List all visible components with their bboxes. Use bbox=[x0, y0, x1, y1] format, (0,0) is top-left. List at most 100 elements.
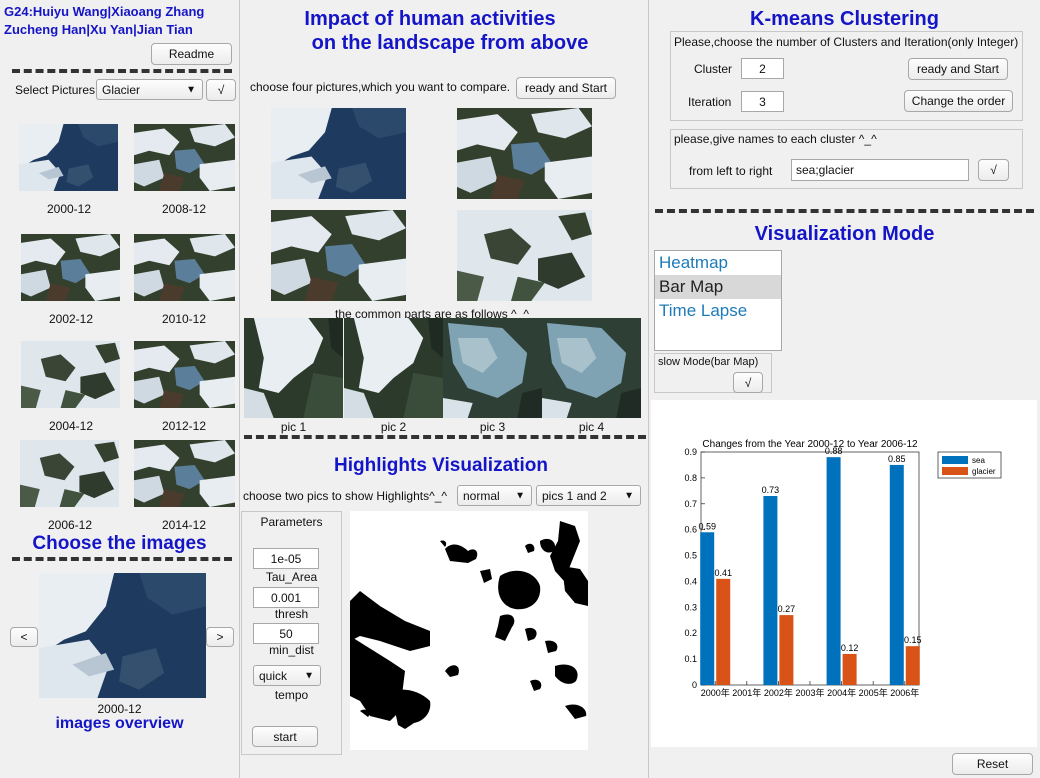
common-image-4 bbox=[542, 318, 641, 418]
y-tick-label: 0 bbox=[692, 680, 697, 690]
common-image-1 bbox=[244, 318, 343, 418]
select-value: pics 1 and 2 bbox=[542, 488, 607, 503]
names-instruction: please,give names to each cluster ^_^ bbox=[674, 132, 877, 146]
tau-area-input[interactable]: 1e-05 bbox=[253, 548, 319, 569]
middle-panel: Impact of human activities on the landsc… bbox=[240, 0, 648, 778]
thumbnail-label: 2006-12 bbox=[47, 518, 93, 532]
compare-image-3 bbox=[271, 210, 406, 301]
slow-mode-confirm-button[interactable]: √ bbox=[733, 372, 763, 393]
min-dist-label: min_dist bbox=[269, 643, 314, 657]
data-label: 0.15 bbox=[904, 635, 922, 645]
main-title-line1: Impact of human activities bbox=[304, 8, 556, 30]
picture-set-select[interactable]: Glacier ▼ bbox=[96, 79, 203, 100]
kmeans-ready-start-button[interactable]: ready and Start bbox=[908, 58, 1008, 80]
pic-label-1: pic 1 bbox=[280, 420, 307, 434]
bar-sea bbox=[700, 532, 715, 685]
bar-glacier bbox=[779, 615, 794, 685]
thumbnail-image[interactable] bbox=[21, 234, 120, 301]
thumbnail-image[interactable] bbox=[134, 234, 235, 301]
pic-label-3: pic 3 bbox=[479, 420, 506, 434]
from-left-label: from left to right bbox=[689, 164, 773, 178]
names-confirm-button[interactable]: √ bbox=[978, 159, 1009, 181]
preview-caption: 2000-12 bbox=[97, 702, 142, 716]
pics-pair-select[interactable]: pics 1 and 2 ▼ bbox=[536, 485, 641, 506]
thresh-input[interactable]: 0.001 bbox=[253, 587, 319, 608]
compare-image-2 bbox=[457, 108, 592, 199]
slow-mode-label: slow Mode(bar Map) bbox=[658, 356, 759, 368]
bar-glacier bbox=[905, 646, 920, 685]
divider bbox=[12, 557, 232, 561]
select-value: normal bbox=[463, 488, 500, 503]
x-tick-label: 2005年 bbox=[859, 687, 888, 698]
bar-sea bbox=[889, 464, 904, 685]
plot-box bbox=[700, 451, 920, 686]
y-tick-label: 0.9 bbox=[684, 447, 697, 457]
viz-mode-time-lapse[interactable]: Time Lapse bbox=[655, 299, 781, 323]
prev-image-button[interactable]: < bbox=[10, 627, 38, 647]
chevron-down-icon: ▼ bbox=[624, 490, 634, 501]
bar-glacier bbox=[842, 653, 857, 685]
main-title-line2: on the landscape from above bbox=[311, 32, 589, 54]
thumbnail-label: 2010-12 bbox=[161, 312, 207, 326]
chart-title: Changes from the Year 2000-12 to Year 20… bbox=[702, 439, 918, 450]
viz-mode-bar-map[interactable]: Bar Map bbox=[655, 275, 781, 299]
select-value: quick bbox=[259, 668, 288, 683]
data-label: 0.12 bbox=[841, 643, 859, 653]
y-tick-label: 0.4 bbox=[684, 576, 697, 586]
data-label: 0.73 bbox=[762, 485, 780, 495]
thresh-label: thresh bbox=[274, 607, 309, 621]
data-label: 0.27 bbox=[778, 604, 796, 614]
readme-button[interactable]: Readme bbox=[151, 43, 232, 65]
iteration-input[interactable]: 3 bbox=[741, 91, 784, 112]
legend-label: glacier bbox=[972, 467, 996, 476]
y-tick-label: 0.3 bbox=[684, 602, 697, 612]
data-label: 0.85 bbox=[888, 454, 906, 464]
next-image-button[interactable]: > bbox=[206, 627, 234, 647]
viz-mode-heatmap[interactable]: Heatmap bbox=[655, 251, 781, 275]
reset-button[interactable]: Reset bbox=[952, 753, 1033, 775]
thumbnail-image[interactable] bbox=[21, 341, 120, 408]
start-button[interactable]: start bbox=[252, 726, 318, 747]
compare-instruction: choose four pictures,which you want to c… bbox=[250, 80, 511, 94]
y-tick-label: 0.6 bbox=[684, 525, 697, 535]
x-tick-label: 2006年 bbox=[890, 687, 919, 698]
pic-label-2: pic 2 bbox=[380, 420, 407, 434]
data-label: 0.59 bbox=[698, 521, 716, 531]
select-value: Glacier bbox=[102, 82, 141, 97]
right-panel: K-means Clustering Please,choose the num… bbox=[649, 0, 1040, 778]
thumbnail-image[interactable] bbox=[19, 124, 118, 191]
cluster-names-input[interactable]: sea;glacier bbox=[791, 159, 969, 181]
ready-start-button[interactable]: ready and Start bbox=[516, 77, 616, 99]
compare-image-4 bbox=[457, 210, 592, 301]
thumbnail-label: 2012-12 bbox=[161, 419, 207, 433]
bar-sea bbox=[826, 457, 841, 685]
divider bbox=[655, 209, 1034, 213]
pic-label-4: pic 4 bbox=[578, 420, 605, 434]
cluster-input[interactable]: 2 bbox=[741, 58, 784, 79]
kmeans-title: K-means Clustering bbox=[750, 8, 939, 30]
tempo-label: tempo bbox=[274, 688, 309, 702]
y-tick-label: 0.8 bbox=[684, 473, 697, 483]
chevron-down-icon: ▼ bbox=[186, 84, 196, 95]
tempo-select[interactable]: quick ▼ bbox=[253, 665, 321, 686]
thumbnail-label: 2004-12 bbox=[48, 419, 94, 433]
thumbnail-label: 2008-12 bbox=[161, 202, 207, 216]
thumbnail-image[interactable] bbox=[134, 440, 235, 507]
select-confirm-button[interactable]: √ bbox=[206, 79, 236, 101]
x-tick-label: 2000年 bbox=[701, 687, 730, 698]
cluster-label: Cluster bbox=[694, 62, 733, 76]
bar-sea bbox=[763, 496, 778, 685]
change-order-button[interactable]: Change the order bbox=[904, 90, 1013, 112]
thumbnail-image[interactable] bbox=[20, 440, 119, 507]
viz-mode-list[interactable]: Heatmap Bar Map Time Lapse bbox=[654, 250, 782, 351]
thumbnail-image[interactable] bbox=[134, 124, 235, 191]
highlight-mode-select[interactable]: normal ▼ bbox=[457, 485, 532, 506]
legend-label: sea bbox=[972, 456, 985, 465]
y-tick-label: 0.5 bbox=[684, 551, 697, 561]
min-dist-input[interactable]: 50 bbox=[253, 623, 319, 644]
divider bbox=[12, 69, 232, 73]
highlights-title: Highlights Visualization bbox=[334, 455, 548, 476]
thumbnail-label: 2002-12 bbox=[48, 312, 94, 326]
bar-chart: Changes from the Year 2000-12 to Year 20… bbox=[684, 439, 1002, 698]
thumbnail-image[interactable] bbox=[134, 341, 235, 408]
